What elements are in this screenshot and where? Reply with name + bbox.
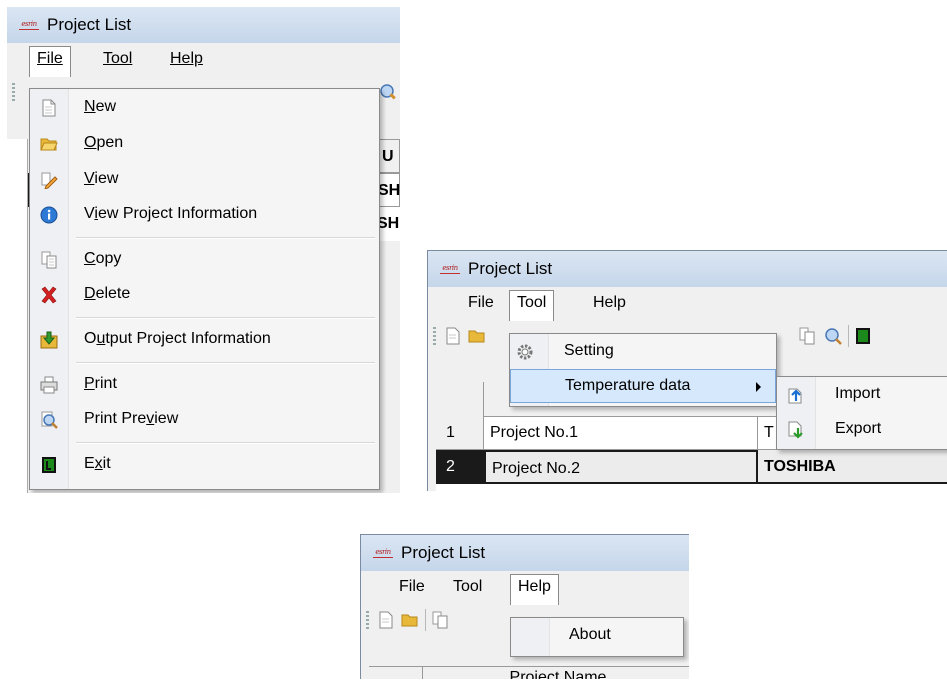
grid-corner-cell xyxy=(436,382,484,416)
info-icon xyxy=(40,206,58,224)
menu-tool[interactable]: Tool xyxy=(509,290,555,321)
help-menu-screenshot: esrin Project List File Tool Help Projec… xyxy=(360,534,689,679)
menu-bar: File Tool Help xyxy=(428,287,947,321)
toolbar-separator xyxy=(425,609,426,631)
menu-separator xyxy=(76,442,375,444)
menu-tool[interactable]: Tool xyxy=(446,575,489,599)
new-document-icon[interactable] xyxy=(377,611,395,629)
menu-separator xyxy=(76,317,375,319)
row-number: 2 xyxy=(436,450,484,484)
exit-icon xyxy=(42,457,56,473)
menu-help[interactable]: Help xyxy=(510,574,559,605)
submenu-arrow-icon xyxy=(756,382,761,392)
output-download-icon xyxy=(40,331,58,349)
open-folder-icon xyxy=(40,138,58,151)
menu-item-export[interactable]: Export xyxy=(777,413,947,447)
menu-item-output-project-information[interactable]: Output Project Information xyxy=(30,323,379,357)
search-preview-icon[interactable] xyxy=(824,327,842,345)
exit-icon[interactable] xyxy=(854,327,872,345)
menu-help[interactable]: Help xyxy=(163,47,210,71)
menu-item-setting[interactable]: Setting xyxy=(510,335,776,369)
window-title: Project List xyxy=(468,259,553,278)
menu-separator xyxy=(76,362,375,364)
gear-icon xyxy=(517,344,533,360)
window-title: Project List xyxy=(47,15,132,34)
grid-corner-cell xyxy=(369,667,423,679)
menu-item-new[interactable]: New xyxy=(30,91,379,125)
new-document-icon[interactable] xyxy=(444,327,462,345)
title-bar: esrin Project List xyxy=(428,251,947,287)
menu-separator xyxy=(76,237,375,239)
menu-item-import[interactable]: Import xyxy=(777,378,947,412)
project-name-cell[interactable]: Project No.2 xyxy=(484,450,758,484)
column-header-project-name[interactable]: Project Name xyxy=(423,661,689,679)
grid-header-partial: U xyxy=(377,139,400,173)
new-document-icon xyxy=(42,99,56,117)
menu-item-about[interactable]: About xyxy=(511,619,683,653)
toolbar-grip[interactable] xyxy=(366,611,369,629)
menu-item-view[interactable]: View xyxy=(30,163,379,197)
open-folder-icon[interactable] xyxy=(401,611,419,629)
menu-tool[interactable]: Tool xyxy=(96,47,139,71)
help-dropdown: About xyxy=(510,617,684,657)
menu-item-print[interactable]: Print xyxy=(30,368,379,402)
menu-item-exit[interactable]: Exit xyxy=(30,448,379,482)
open-folder-icon[interactable] xyxy=(468,327,486,345)
grid-frame xyxy=(7,139,28,493)
edit-pencil-icon xyxy=(41,172,58,189)
tool-menu-screenshot: esrin Project List File Tool Help 1 Proj… xyxy=(427,250,947,491)
delete-x-icon xyxy=(41,286,57,304)
row-number: 1 xyxy=(436,416,484,450)
grid-cell-partial: SHI xyxy=(377,207,400,241)
table-row[interactable]: 2 Project No.2 TOSHIBA xyxy=(436,450,947,484)
toolbar-separator xyxy=(848,325,849,347)
menu-item-temperature-data[interactable]: Temperature data xyxy=(510,369,776,403)
copy-icon xyxy=(41,251,57,269)
menu-file[interactable]: File xyxy=(29,46,71,77)
app-logo: esrin xyxy=(371,546,395,559)
menu-item-copy[interactable]: Copy xyxy=(30,243,379,277)
menu-item-delete[interactable]: Delete xyxy=(30,278,379,312)
menu-item-open[interactable]: Open xyxy=(30,127,379,161)
title-bar: esrin Project List xyxy=(361,535,689,571)
export-icon xyxy=(788,421,803,439)
toolbar-grip[interactable] xyxy=(433,327,436,345)
menu-file[interactable]: File xyxy=(461,291,501,315)
window-title: Project List xyxy=(401,543,486,562)
menu-bar: File Tool Help xyxy=(361,571,689,605)
menu-file[interactable]: File xyxy=(392,575,432,599)
copy-icon[interactable] xyxy=(431,611,449,629)
project-grid: Project Name xyxy=(369,666,689,679)
file-menu-screenshot: esrin Project List File Tool Help U SHI … xyxy=(7,7,400,493)
menu-item-print-preview[interactable]: Print Preview xyxy=(30,403,379,437)
app-logo: esrin xyxy=(17,18,41,31)
grid-cell-partial: SHI xyxy=(377,173,400,207)
import-icon xyxy=(788,388,802,404)
file-dropdown: New Open View View Project Information C… xyxy=(29,88,380,490)
print-preview-icon xyxy=(41,411,58,429)
project-name-cell[interactable]: Project No.1 xyxy=(484,416,758,450)
toolbar-grip[interactable] xyxy=(12,83,15,101)
tool-dropdown: Setting Temperature data xyxy=(509,333,777,407)
temperature-data-submenu: Import Export xyxy=(776,376,947,450)
search-preview-icon[interactable] xyxy=(379,83,397,101)
copy-icon[interactable] xyxy=(798,327,816,345)
menu-bar: File Tool Help xyxy=(7,43,400,77)
printer-icon xyxy=(40,376,58,394)
menu-item-view-project-information[interactable]: View Project Information xyxy=(30,198,379,232)
title-bar: esrin Project List xyxy=(7,7,400,43)
maker-cell[interactable]: TOSHIBA xyxy=(758,450,947,484)
menu-help[interactable]: Help xyxy=(586,291,633,315)
app-logo: esrin xyxy=(438,262,462,275)
